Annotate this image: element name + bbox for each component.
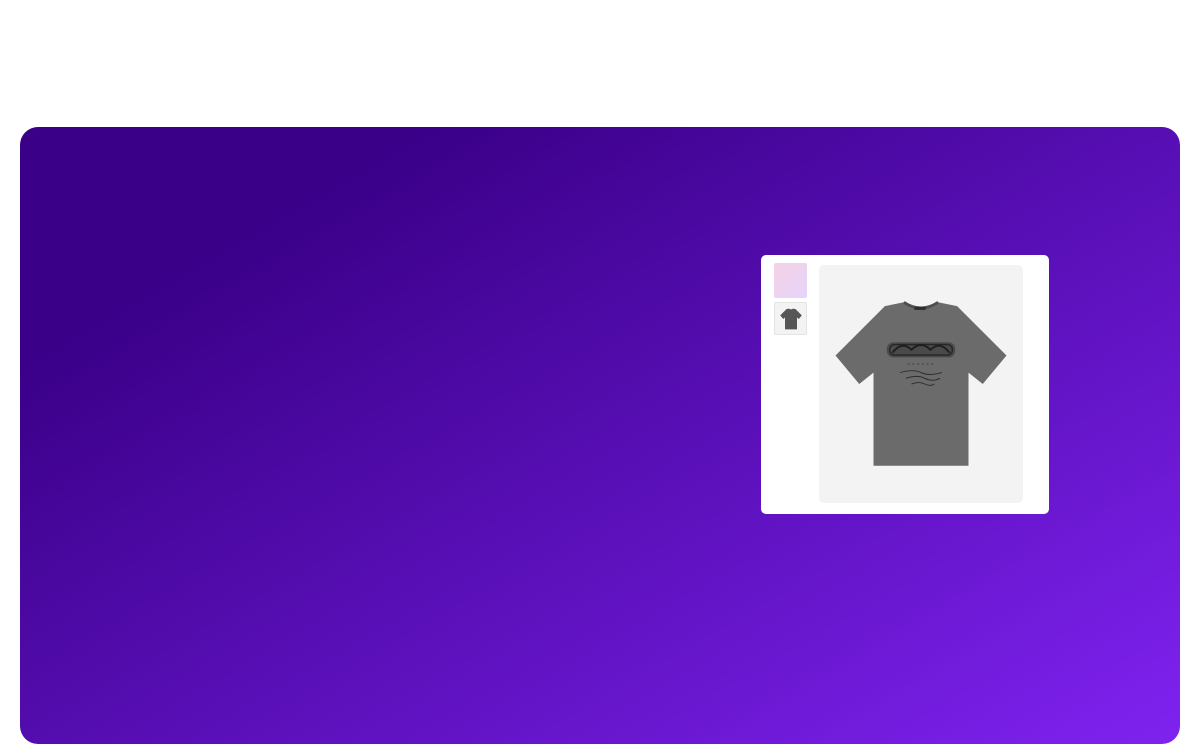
product-main-image[interactable] [819,265,1023,503]
tshirt-thumbnail-icon [779,308,802,329]
gray-graphic-tshirt-icon [835,301,1007,466]
hero-banner [20,127,1180,744]
thumbnail-list [774,263,809,339]
tshirt-thumbnail[interactable] [774,302,807,335]
gradient-swatch-thumbnail[interactable] [774,263,807,298]
page [0,0,1200,750]
product-gallery-card [761,255,1049,514]
